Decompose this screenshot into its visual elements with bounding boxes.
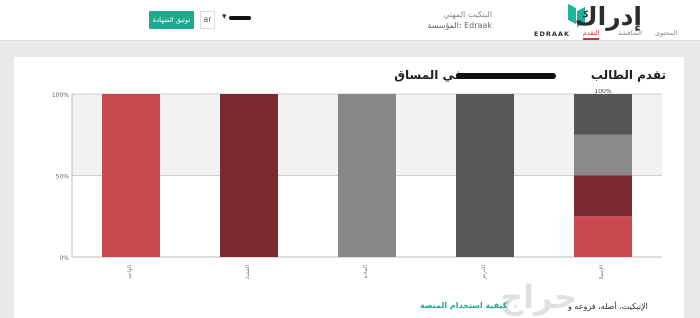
course-tabs: المحتوى المناقشة التقدم xyxy=(0,29,700,40)
language-select[interactable]: ar xyxy=(200,11,215,29)
platform-guide-link[interactable]: كيفية استخدام المنصة xyxy=(420,301,507,310)
x-tick-label: المادة xyxy=(363,265,369,279)
top-bar: إدراك EDRAAK البتكيت المهني المؤسسة: Edr… xyxy=(0,0,700,41)
chart-title-suffix: في المساق xyxy=(394,68,463,82)
bar-segment xyxy=(574,94,632,135)
x-tick-label: الإجمالي xyxy=(599,265,605,279)
verify-certificate-button[interactable]: توثيق الشهادة xyxy=(149,11,194,29)
redacted-student-name xyxy=(456,73,556,79)
bar-segment xyxy=(574,175,632,217)
bar xyxy=(456,94,514,257)
tab-progress[interactable]: التقدم xyxy=(583,29,600,40)
redacted-username[interactable] xyxy=(229,16,251,20)
chart-title-main: تقدم الطالب xyxy=(590,68,666,82)
bar-top-label: 100% xyxy=(594,89,611,95)
x-tick-label: المشاركة xyxy=(244,265,251,279)
y-tick-label: 100% xyxy=(52,92,69,99)
bar-segment xyxy=(574,134,632,176)
tab-content[interactable]: المحتوى xyxy=(655,29,677,37)
tab-discussion[interactable]: المناقشة xyxy=(618,29,642,37)
bar xyxy=(338,94,396,257)
course-section-text: الإتيكيت، أصله، فروعه و xyxy=(568,302,648,311)
bar-segment xyxy=(574,216,632,257)
x-tick-label: الدرس xyxy=(481,265,487,279)
haraj-watermark: حراج xyxy=(500,278,577,316)
y-tick-label: 50% xyxy=(56,174,70,181)
bar xyxy=(220,94,278,257)
bar xyxy=(102,94,160,257)
user-menu-caret[interactable]: ▾ xyxy=(222,12,227,22)
course-info: البتكيت المهني المؤسسة: Edraak xyxy=(412,9,492,31)
course-title: البتكيت المهني xyxy=(443,10,492,19)
y-tick-label: 0% xyxy=(59,255,69,262)
progress-chart: 100% 50% 0% الواجب المشاركة المادة الدرس 100% ال… xyxy=(52,89,662,279)
brand-name-ar: إدراك xyxy=(574,2,642,31)
x-tick-label: الواجب xyxy=(127,265,133,279)
